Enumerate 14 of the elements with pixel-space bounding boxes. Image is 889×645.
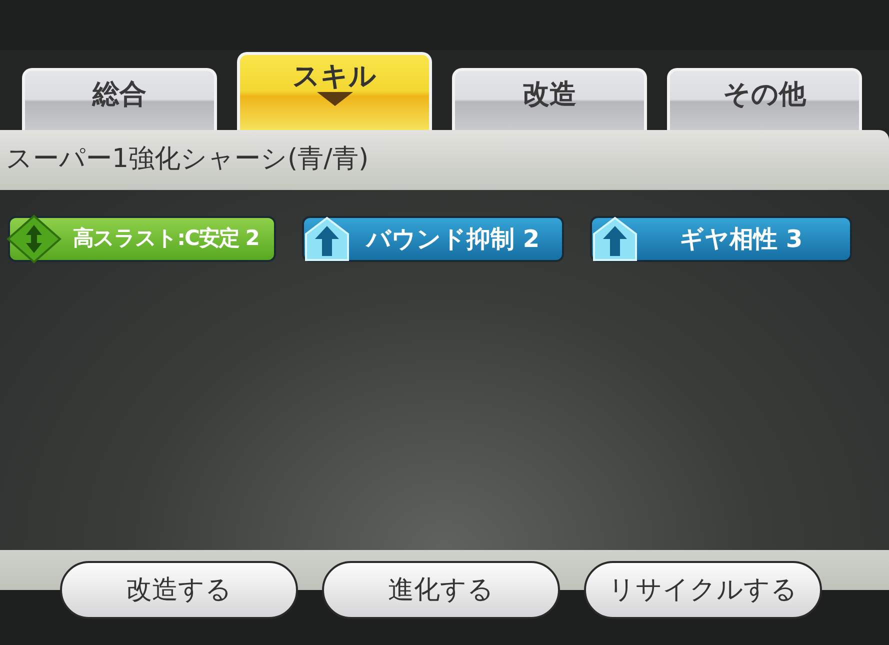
skill-badge: バウンド抑制 2 <box>302 216 564 262</box>
tab[interactable]: 総合 <box>22 68 217 130</box>
action-button[interactable]: 改造する <box>60 561 298 619</box>
skill-badge: 高スラスト:C安定 2 <box>8 216 276 262</box>
action-button[interactable]: リサイクルする <box>584 561 822 619</box>
up-arrow-icon <box>592 216 638 262</box>
tab[interactable]: その他 <box>667 68 862 130</box>
action-button[interactable]: 進化する <box>322 561 560 619</box>
tab[interactable]: スキル <box>237 52 432 130</box>
up-arrow-icon <box>304 216 350 262</box>
tab[interactable]: 改造 <box>452 68 647 130</box>
skill-badge: ギヤ相性 3 <box>590 216 852 262</box>
part-name-bar: スーパー1強化シャーシ(青/青) <box>0 130 889 190</box>
diamond-arrows-icon <box>6 214 62 264</box>
